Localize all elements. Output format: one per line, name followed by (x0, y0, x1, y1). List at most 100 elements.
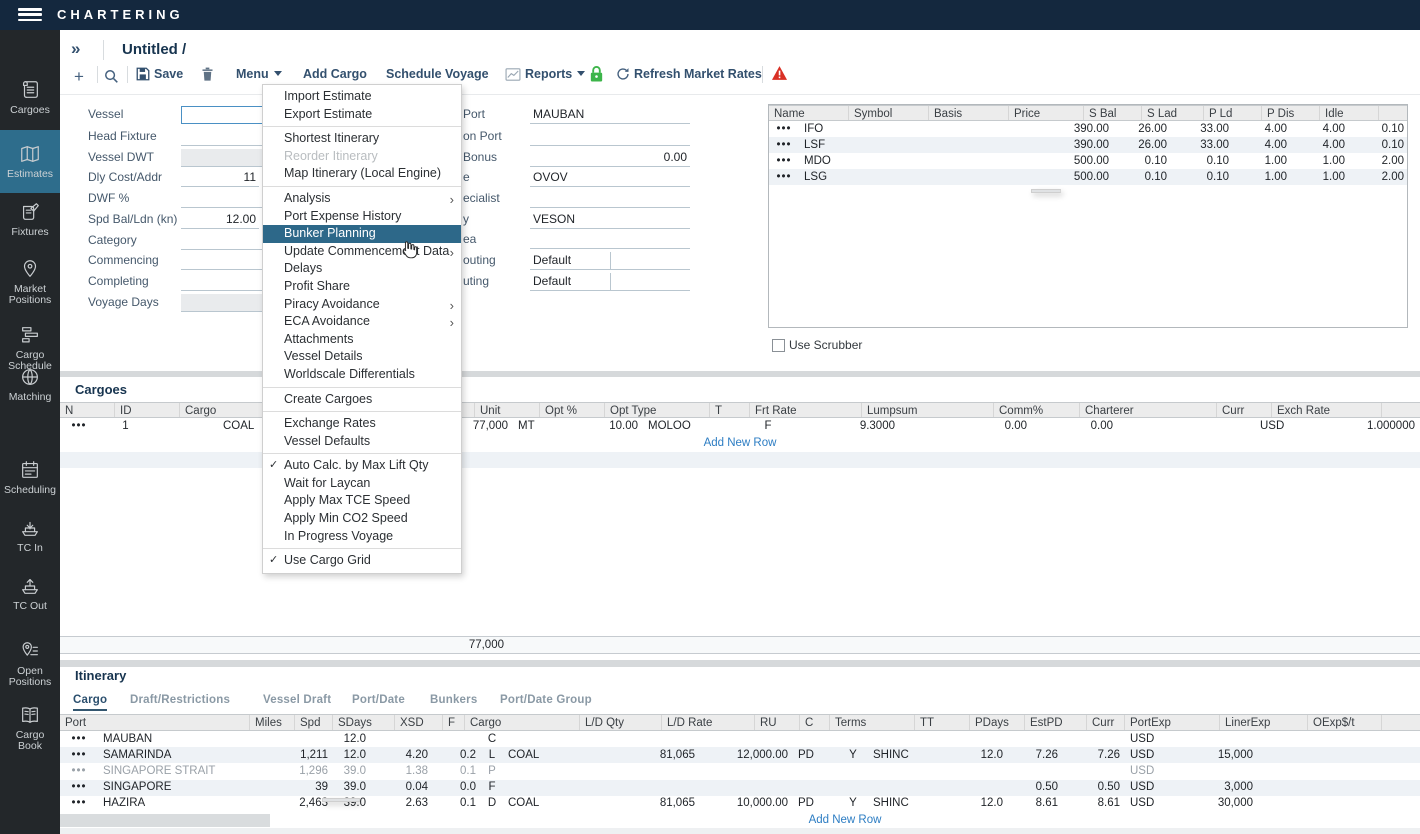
grid-cell[interactable]: SINGAPORE (98, 780, 288, 796)
grid-cell[interactable] (793, 731, 838, 747)
field-input-dly-cost-addr[interactable]: 11 (181, 169, 259, 187)
grid-cell[interactable]: 2.63 (371, 796, 433, 812)
tab-draft-restrictions[interactable]: Draft/Restrictions (130, 694, 230, 706)
grid-cell[interactable]: 2.00 (1350, 153, 1409, 169)
field-input-secondary[interactable] (610, 252, 690, 270)
grid-cell[interactable] (1346, 731, 1420, 747)
field-input[interactable] (530, 231, 690, 249)
grid-cell[interactable]: MDO (799, 153, 879, 169)
grid-cell[interactable]: 0.1 (433, 796, 481, 812)
field-input[interactable]: Default (530, 252, 610, 270)
tab-port-date[interactable]: Port/Date (352, 694, 405, 706)
grid-cell[interactable] (959, 169, 1039, 185)
grid-cell[interactable]: MT (513, 418, 578, 435)
menu-item-export-estimate[interactable]: Export Estimate (263, 106, 461, 124)
grid-cell[interactable]: USD (1125, 780, 1163, 796)
grid-cell[interactable]: 0.10 (1114, 169, 1172, 185)
grid-cell[interactable]: 8.61 (1063, 796, 1125, 812)
grid-cell[interactable] (700, 763, 793, 779)
grid-cell[interactable] (838, 763, 868, 779)
grid-cell[interactable]: P (481, 763, 503, 779)
grid-cell[interactable]: 4.20 (371, 747, 433, 763)
row-menu-icon[interactable]: ••• (60, 418, 98, 435)
expand-icon[interactable]: » (71, 39, 80, 59)
grid-cell[interactable]: 1.00 (1292, 169, 1350, 185)
grid-cell[interactable] (838, 780, 868, 796)
grid-cell[interactable]: 81,065 (618, 796, 700, 812)
grid-cell[interactable]: 39 (288, 780, 333, 796)
delete-button[interactable] (200, 66, 219, 82)
grid-cell[interactable]: SINGAPORE STRAIT (98, 763, 288, 779)
grid-cell[interactable]: LSF (799, 137, 879, 153)
grid-cell[interactable]: 1.00 (1234, 153, 1292, 169)
menu-item-map-itinerary-local-engine-[interactable]: Map Itinerary (Local Engine) (263, 165, 461, 183)
grid-cell[interactable]: F (481, 780, 503, 796)
grid-cell[interactable]: 4.00 (1234, 121, 1292, 137)
search-icon[interactable] (104, 69, 123, 84)
menu-item-attachments[interactable]: Attachments (263, 331, 461, 349)
sidebar-item-matching[interactable]: Matching (0, 362, 60, 408)
grid-cell[interactable]: USD (1255, 418, 1310, 435)
field-input[interactable]: 0.00 (530, 149, 690, 167)
grid-cell[interactable]: 390.00 (1039, 137, 1114, 153)
grid-cell[interactable] (700, 780, 793, 796)
menu-item-use-cargo-grid[interactable]: ✓Use Cargo Grid (263, 552, 461, 570)
grid-cell[interactable] (1008, 731, 1063, 747)
grid-cell[interactable]: 15,000 (1163, 747, 1258, 763)
grid-cell[interactable] (1163, 763, 1258, 779)
grid-cell[interactable]: 12.0 (333, 747, 371, 763)
grid-cell[interactable] (959, 137, 1039, 153)
sidebar-item-fixtures[interactable]: Fixtures (0, 196, 60, 244)
field-input[interactable]: MAUBAN (530, 106, 690, 124)
row-menu-icon[interactable]: ••• (60, 780, 98, 796)
grid-cell[interactable]: 500.00 (1039, 153, 1114, 169)
grid-cell[interactable]: 8.61 (1008, 796, 1063, 812)
grid-cell[interactable] (959, 121, 1039, 137)
grid-cell[interactable]: PD (793, 796, 838, 812)
grid-cell[interactable]: 0.50 (1063, 780, 1125, 796)
sidebar-item-tc-in[interactable]: TC In (0, 512, 60, 560)
grid-cell[interactable]: F (748, 418, 788, 435)
grid-cell[interactable]: MOLOO (643, 418, 748, 435)
field-input[interactable]: OVOV (530, 169, 690, 187)
refresh-market-rates-button[interactable]: Refresh Market Rates (616, 67, 762, 81)
warning-icon[interactable] (771, 65, 792, 81)
grid-cell[interactable] (288, 731, 333, 747)
add-button[interactable]: + (74, 67, 84, 87)
menu-item-profit-share[interactable]: Profit Share (263, 278, 461, 296)
menu-item-port-expense-history[interactable]: Port Expense History (263, 208, 461, 226)
use-scrubber-checkbox[interactable] (772, 339, 785, 352)
grid-cell[interactable]: 1 (98, 418, 153, 435)
grid-cell[interactable] (1118, 418, 1255, 435)
menu-item-eca-avoidance[interactable]: ECA Avoidance› (263, 313, 461, 331)
sidebar-item-tc-out[interactable]: TC Out (0, 570, 60, 618)
hamburger-menu-icon[interactable] (18, 8, 42, 22)
grid-cell[interactable] (793, 780, 838, 796)
grid-cell[interactable]: 12.0 (953, 747, 1008, 763)
itinerary-add-new-row-link[interactable]: Add New Row (760, 814, 930, 826)
grid-cell[interactable]: 0.10 (1172, 169, 1234, 185)
grid-cell[interactable]: 0.2 (433, 747, 481, 763)
horizontal-scrollbar-thumb[interactable] (60, 814, 270, 827)
grid-cell[interactable] (879, 137, 959, 153)
grid-cell[interactable] (700, 731, 793, 747)
menu-item-auto-calc-by-max-lift-qty[interactable]: ✓Auto Calc. by Max Lift Qty (263, 457, 461, 475)
grid-cell[interactable]: 2.00 (1350, 169, 1409, 185)
grid-cell[interactable]: C (481, 731, 503, 747)
grid-cell[interactable]: 81,065 (618, 747, 700, 763)
sidebar-item-cargo-book[interactable]: CargoBook (0, 698, 60, 758)
grid-cell[interactable]: 7.26 (1063, 747, 1125, 763)
menu-item-apply-min-co2-speed[interactable]: Apply Min CO2 Speed (263, 510, 461, 528)
grid-cell[interactable] (868, 763, 953, 779)
grid-cell[interactable] (503, 780, 618, 796)
grid-cell[interactable]: 77,000 (453, 418, 513, 435)
grid-cell[interactable]: 1.38 (371, 763, 433, 779)
grid-cell[interactable]: 39.0 (333, 780, 371, 796)
field-input[interactable] (530, 128, 690, 146)
grid-cell[interactable]: 1,211 (288, 747, 333, 763)
grid-cell[interactable] (1258, 796, 1346, 812)
grid-cell[interactable] (1163, 731, 1258, 747)
menu-item-in-progress-voyage[interactable]: In Progress Voyage (263, 528, 461, 546)
menu-item-apply-max-tce-speed[interactable]: Apply Max TCE Speed (263, 492, 461, 510)
grid-cell[interactable]: USD (1125, 731, 1163, 747)
